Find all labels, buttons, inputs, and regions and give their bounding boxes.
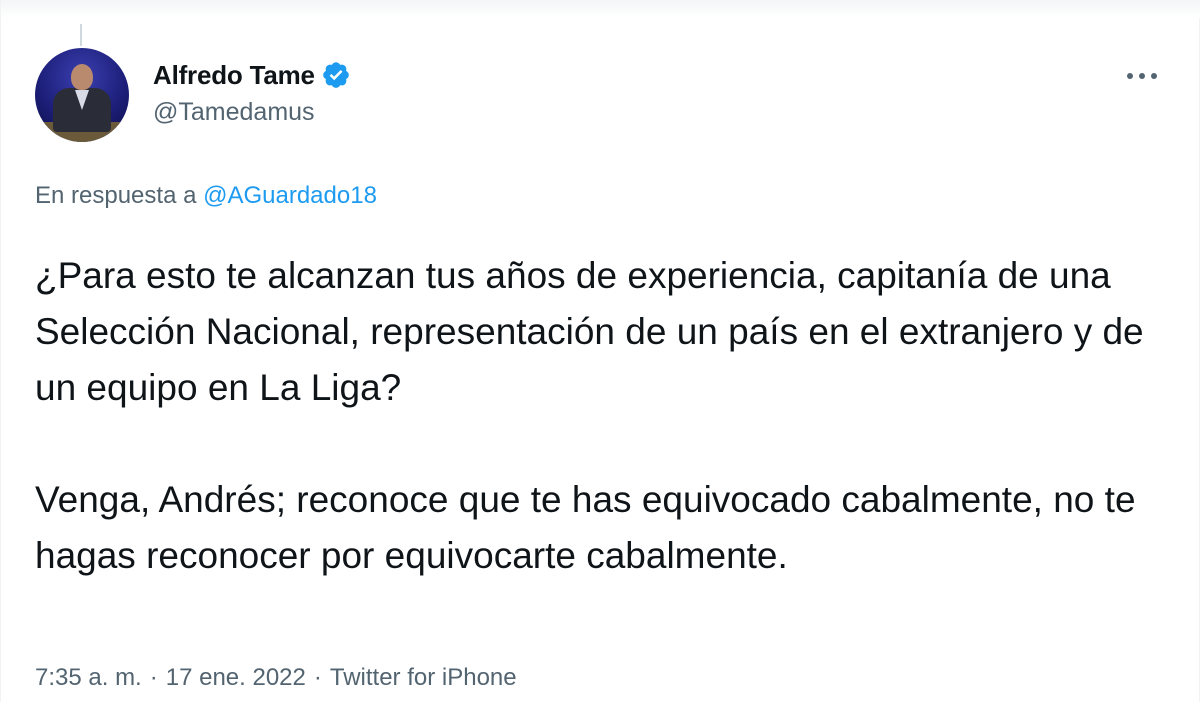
meta-separator: · [313, 664, 322, 691]
avatar[interactable] [35, 48, 129, 142]
more-options-button[interactable] [1119, 58, 1165, 94]
user-info: Alfredo Tame @Tamedamus [153, 58, 351, 127]
top-fade [1, 0, 1200, 18]
tweet-time[interactable]: 7:35 a. m. [35, 664, 142, 691]
tweet-paragraph: Venga, Andrés; reconoce que te has equiv… [35, 479, 1136, 576]
verified-badge-icon [321, 60, 351, 90]
reply-prefix: En respuesta a [35, 182, 197, 209]
name-row: Alfredo Tame [153, 58, 351, 92]
tweet-card: Alfredo Tame @Tamedamus En respuesta a @… [0, 0, 1200, 702]
thread-connector-line [80, 24, 82, 46]
tweet-metadata: 7:35 a. m. · 17 ene. 2022 · Twitter for iPho… [35, 664, 517, 692]
tweet-text: ¿Para esto te alcanzan tus años de exper… [35, 248, 1175, 584]
reply-mention-link[interactable]: @AGuardado18 [203, 182, 377, 209]
avatar-head [71, 64, 93, 90]
reply-context: En respuesta a @AGuardado18 [35, 182, 377, 210]
more-horizontal-icon [1126, 67, 1158, 85]
user-handle[interactable]: @Tamedamus [153, 98, 351, 127]
tweet-paragraph: ¿Para esto te alcanzan tus años de exper… [35, 255, 1144, 408]
tweet-date[interactable]: 17 ene. 2022 [166, 664, 306, 691]
display-name[interactable]: Alfredo Tame [153, 60, 315, 91]
meta-separator: · [149, 664, 158, 691]
tweet-source[interactable]: Twitter for iPhone [330, 664, 517, 691]
